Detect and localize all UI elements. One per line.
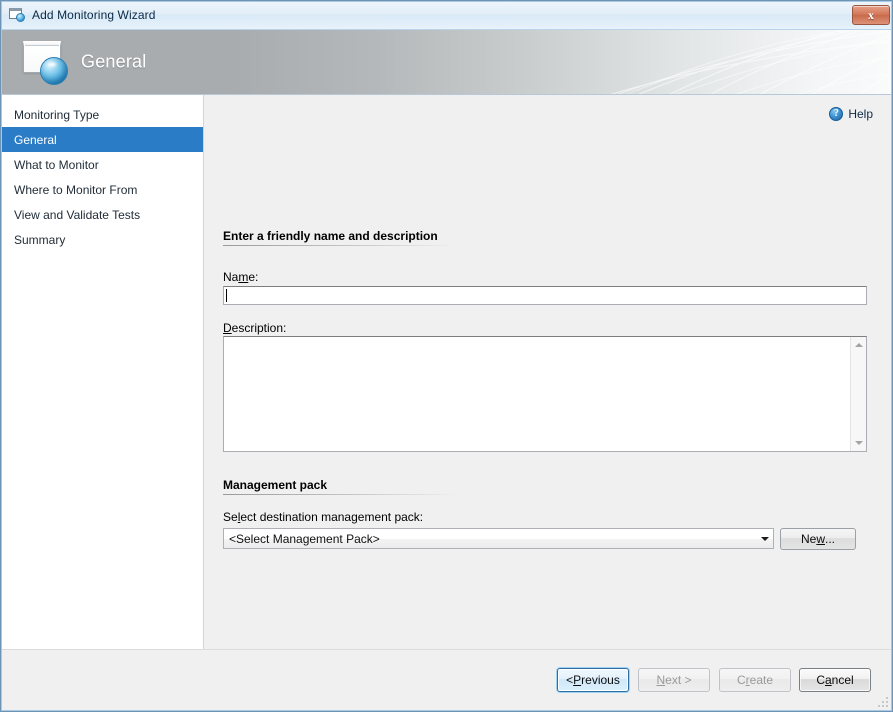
previous-label-post: revious [581,673,620,687]
banner-title: General [81,51,147,72]
scroll-up-icon[interactable] [851,337,867,353]
banner-wizard-icon [19,36,73,86]
name-label-accelerator: m [238,270,249,284]
management-pack-label: Select destination management pack: [223,510,423,524]
mp-label-post: ect destination management pack: [240,510,424,524]
name-label-pre: Na [223,270,239,284]
description-field-wrapper [223,336,867,452]
wizard-content-pane: ? Help Enter a friendly name and descrip… [204,95,892,649]
cancel-label-pre: C [816,673,825,687]
close-icon[interactable]: x [852,5,890,25]
text-caret [226,289,227,302]
management-pack-selected-value: <Select Management Pack> [229,531,380,546]
sidebar-item-view-and-validate-tests[interactable]: View and Validate Tests [2,202,203,227]
create-label-pre: C [736,673,746,687]
title-bar: Add Monitoring Wizard x [1,1,892,30]
section-heading-text: Enter a friendly name and description [223,229,438,243]
create-button[interactable]: Cr eate [719,668,791,692]
help-link[interactable]: ? Help [829,107,873,121]
previous-accelerator: P [573,673,582,687]
section-rule [223,494,455,495]
previous-button[interactable]: < Previous [557,668,629,692]
description-label-post: escription: [231,321,287,335]
sidebar-item-label: Summary [14,232,66,247]
wizard-banner: General [2,30,892,94]
mp-label-pre: Se [223,510,238,524]
sidebar-item-where-to-monitor-from[interactable]: Where to Monitor From [2,177,203,202]
sidebar-item-label: What to Monitor [14,157,99,172]
cancel-accelerator: a [824,673,832,687]
management-pack-select[interactable]: <Select Management Pack> [223,528,774,549]
name-label: Name: [223,270,258,284]
add-monitoring-wizard-window: Add Monitoring Wizard x General Monitori… [0,0,893,712]
wizard-window-ball-icon [9,7,26,23]
new-button-label-post: ... [825,532,836,546]
next-button[interactable]: Next > [638,668,710,692]
sidebar-item-what-to-monitor[interactable]: What to Monitor [2,152,203,177]
name-label-post: e: [248,270,259,284]
previous-label-pre: < [566,673,574,687]
name-input[interactable] [223,286,867,305]
cancel-label-post: ncel [831,673,854,687]
banner-mesh-decoration [610,30,892,94]
sidebar-item-summary[interactable]: Summary [2,227,203,252]
sidebar-item-label: View and Validate Tests [14,207,141,222]
new-button-accelerator: w [816,532,825,546]
sidebar-item-general[interactable]: General [2,127,203,152]
new-button-label-pre: Ne [800,532,817,546]
description-scrollbar[interactable] [850,337,866,451]
wizard-footer: < Previous Next > Cr eate Ca ncel [2,649,892,711]
section-rule [223,245,453,246]
help-question-icon: ? [829,107,844,121]
scroll-down-icon[interactable] [851,435,867,451]
resize-grip-icon[interactable] [877,696,889,708]
sidebar-item-label: Monitoring Type [14,107,100,122]
chevron-down-icon[interactable] [756,529,773,548]
section-heading-friendly-name: Enter a friendly name and description [223,229,453,246]
next-accelerator: N [656,673,666,687]
new-management-pack-button[interactable]: Ne w... [780,528,856,550]
sidebar-item-label: General [14,132,57,147]
section-heading-management-pack: Management pack [223,478,455,495]
sidebar-item-label: Where to Monitor From [14,182,138,197]
next-label-post: ext > [665,673,692,687]
sidebar-item-monitoring-type[interactable]: Monitoring Type [2,102,203,127]
description-input[interactable] [224,337,850,451]
description-label: Description: [223,321,286,335]
create-label-post: eate [749,673,774,687]
window-title: Add Monitoring Wizard [32,8,156,22]
cancel-button[interactable]: Ca ncel [799,668,871,692]
section-heading-text: Management pack [223,478,328,492]
description-label-accelerator: D [223,321,232,335]
help-label: Help [848,107,873,121]
wizard-step-sidebar: Monitoring Type General What to Monitor … [2,95,204,649]
close-glyph: x [868,8,874,22]
